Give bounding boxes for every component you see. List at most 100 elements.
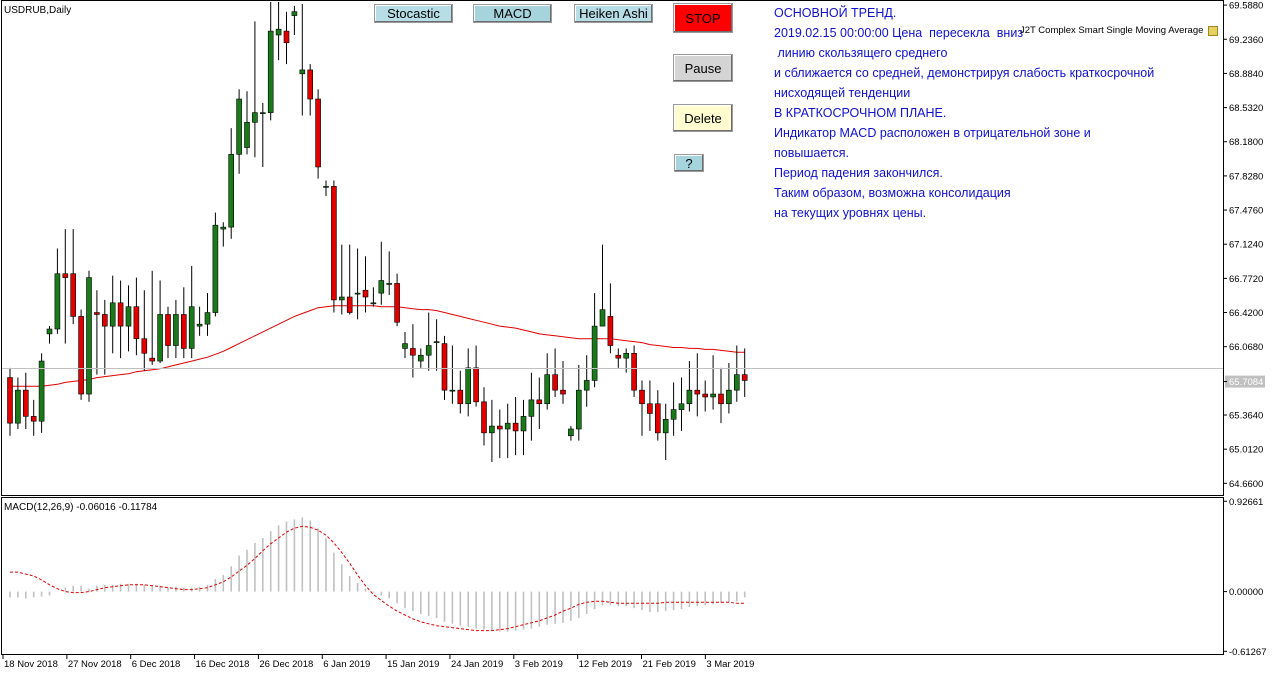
candle-body <box>54 273 61 330</box>
candle <box>22 372 29 429</box>
candle-body <box>544 374 551 405</box>
candle-body <box>639 389 645 405</box>
candle-body <box>465 367 472 405</box>
candle <box>481 387 487 446</box>
candle-body <box>441 343 448 391</box>
candle <box>236 89 242 174</box>
candle <box>157 280 163 363</box>
candle <box>125 285 132 352</box>
candle-body <box>228 154 234 228</box>
price-tick-label: 65.7084 <box>1229 377 1263 388</box>
candle <box>331 180 337 313</box>
price-tick-label: 69.5880 <box>1229 1 1263 12</box>
candle-body <box>196 323 203 327</box>
candle-body <box>726 389 732 405</box>
stocastic-button[interactable]: Stocastic <box>374 4 453 23</box>
price-tick-label: 64.6600 <box>1229 479 1263 490</box>
candle-body <box>694 389 701 395</box>
candle-body <box>504 422 511 430</box>
candle-body <box>38 360 45 422</box>
comment-line: В КРАТКОСРОЧНОМ ПЛАНЕ. <box>774 106 947 120</box>
candle-body <box>259 112 266 114</box>
candle <box>575 364 582 441</box>
candle-body <box>496 425 503 430</box>
candle-body <box>78 316 84 395</box>
candle <box>520 399 527 456</box>
candle-body <box>536 399 543 405</box>
candle <box>323 180 329 197</box>
candle <box>338 244 345 315</box>
candle-body <box>22 389 29 417</box>
candle <box>109 275 116 354</box>
macd-button[interactable]: MACD <box>473 4 552 23</box>
candle <box>528 372 535 441</box>
candle-body <box>283 30 290 44</box>
candle <box>283 11 290 65</box>
price-tick-label: 66.0680 <box>1229 342 1263 353</box>
candle <box>86 270 92 402</box>
candle-body <box>204 312 211 325</box>
candle-body <box>370 302 377 305</box>
help-button[interactable]: ? <box>674 154 704 172</box>
macd-signal-line <box>10 525 745 632</box>
candle <box>615 348 622 368</box>
indicator-settings-icon[interactable] <box>1208 26 1218 36</box>
price-tick-label: 68.8840 <box>1229 69 1263 80</box>
candle-body <box>244 122 250 148</box>
candle-body <box>299 69 306 75</box>
candle-body <box>362 289 369 298</box>
candle <box>473 345 479 407</box>
candle-body <box>291 11 298 16</box>
candle <box>568 426 574 441</box>
candle <box>591 293 598 388</box>
candle <box>504 403 511 459</box>
candle <box>607 283 614 354</box>
candle <box>496 409 503 459</box>
candle-body <box>173 314 179 346</box>
candle-body <box>307 69 314 100</box>
candle-body <box>512 422 519 432</box>
macd-panel-frame <box>1 497 1224 655</box>
candle-body <box>346 296 353 313</box>
candle-body <box>133 306 140 340</box>
candle <box>204 293 211 336</box>
candle-body <box>386 283 393 285</box>
candle <box>702 380 709 412</box>
candle <box>315 89 321 179</box>
candle-body <box>125 306 132 327</box>
candle <box>726 362 732 414</box>
candle-body <box>267 30 274 113</box>
stop-button[interactable]: STOP <box>673 3 733 33</box>
candle-body <box>670 409 677 420</box>
delete-button[interactable]: Delete <box>673 104 733 132</box>
candle-body <box>62 273 69 278</box>
candle <box>228 128 234 239</box>
candle-body <box>275 28 282 36</box>
price-tick-label: 67.1240 <box>1229 240 1263 251</box>
candle-body <box>141 338 148 354</box>
candle <box>457 370 464 414</box>
time-tick-label: 16 Dec 2018 <box>196 659 250 670</box>
candle <box>291 5 298 35</box>
time-tick-label: 3 Feb 2019 <box>515 659 563 670</box>
candle <box>678 377 685 431</box>
candle-body <box>402 343 408 349</box>
pause-button[interactable]: Pause <box>673 54 733 82</box>
candle <box>117 280 124 359</box>
candle <box>654 390 661 441</box>
candle-body <box>520 416 527 432</box>
candle-body <box>102 314 108 327</box>
candle <box>662 403 669 461</box>
candle <box>70 229 76 325</box>
time-tick-label: 12 Feb 2019 <box>579 659 632 670</box>
candle-body <box>528 399 535 417</box>
heiken-ashi-button[interactable]: Heiken Ashi <box>574 4 653 23</box>
time-tick-label: 3 Mar 2019 <box>706 659 754 670</box>
price-tick-label: 66.7720 <box>1229 274 1263 285</box>
price-tick-label: 67.8280 <box>1229 171 1263 182</box>
candle <box>599 244 606 327</box>
candle <box>15 377 21 429</box>
candle <box>631 345 637 397</box>
candle <box>402 331 408 359</box>
candle <box>647 380 653 431</box>
